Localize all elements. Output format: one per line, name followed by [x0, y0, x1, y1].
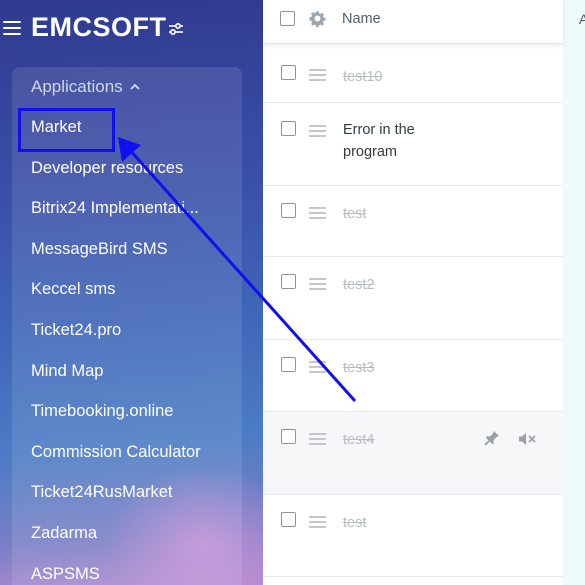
mute-icon[interactable]: [517, 431, 537, 447]
table-row[interactable]: Error in the program: [263, 103, 563, 186]
menu-item-ticket24-pro[interactable]: Ticket24.pro: [31, 310, 231, 351]
task-title[interactable]: test2: [343, 274, 463, 296]
select-all-checkbox[interactable]: [280, 11, 295, 26]
drag-handle-icon[interactable]: [309, 278, 326, 293]
table-header: [263, 0, 563, 44]
next-column-strip: [563, 0, 585, 585]
menu-item-market[interactable]: Market: [31, 107, 231, 148]
menu-item-bitrix24-implementation[interactable]: Bitrix24 Implementati...: [31, 188, 231, 229]
menu-item-messagebird-sms[interactable]: MessageBird SMS: [31, 229, 231, 270]
table-row[interactable]: test2: [263, 257, 563, 340]
row-checkbox[interactable]: [281, 121, 296, 136]
drag-handle-icon[interactable]: [309, 361, 326, 376]
drag-handle-icon[interactable]: [309, 433, 326, 448]
menu-item-timebooking-online[interactable]: Timebooking.online: [31, 391, 231, 432]
sliders-icon[interactable]: [167, 20, 185, 38]
gear-icon[interactable]: [309, 10, 326, 27]
menu-item-ticket24rusmarket[interactable]: Ticket24RusMarket: [31, 472, 231, 513]
table-row[interactable]: test: [263, 186, 563, 257]
table-row[interactable]: test3: [263, 340, 563, 412]
chevron-up-icon: [130, 83, 140, 90]
menu-item-aspsms[interactable]: ASPSMS: [31, 554, 231, 585]
row-checkbox[interactable]: [281, 203, 296, 218]
table-row[interactable]: test10: [263, 45, 563, 103]
column-header-name[interactable]: Name: [342, 11, 381, 27]
menu-item-keccel-sms[interactable]: Keccel sms: [31, 269, 231, 310]
menu-item-mind-map[interactable]: Mind Map: [31, 351, 231, 392]
row-checkbox[interactable]: [281, 274, 296, 289]
task-title[interactable]: test4: [343, 429, 463, 451]
drag-handle-icon[interactable]: [309, 69, 326, 84]
row-checkbox[interactable]: [281, 65, 296, 80]
brand-logo-text: EMCSOFT: [31, 12, 167, 42]
task-title[interactable]: test3: [343, 357, 463, 379]
menu-item-zadarma[interactable]: Zadarma: [31, 513, 231, 554]
hamburger-menu-icon[interactable]: [3, 21, 21, 35]
applications-section-header[interactable]: Applications: [31, 77, 141, 97]
task-title[interactable]: test: [343, 203, 463, 225]
row-checkbox[interactable]: [281, 512, 296, 527]
task-title[interactable]: test10: [343, 66, 463, 88]
applications-label: Applications: [31, 77, 123, 96]
task-title[interactable]: test: [343, 512, 463, 534]
drag-handle-icon[interactable]: [309, 207, 326, 222]
drag-handle-icon[interactable]: [309, 516, 326, 531]
table-row[interactable]: test: [263, 495, 563, 577]
task-title[interactable]: Error in the program: [343, 119, 463, 163]
applications-menu: Market Developer resources Bitrix24 Impl…: [31, 107, 231, 585]
menu-item-commission-calculator[interactable]: Commission Calculator: [31, 432, 231, 473]
row-checkbox[interactable]: [281, 357, 296, 372]
pin-icon[interactable]: [483, 429, 501, 447]
table-row[interactable]: test4: [263, 412, 563, 495]
drag-handle-icon[interactable]: [309, 125, 326, 140]
column-header-next[interactable]: A: [579, 11, 585, 27]
row-checkbox[interactable]: [281, 429, 296, 444]
menu-item-developer-resources[interactable]: Developer resources: [31, 148, 231, 189]
